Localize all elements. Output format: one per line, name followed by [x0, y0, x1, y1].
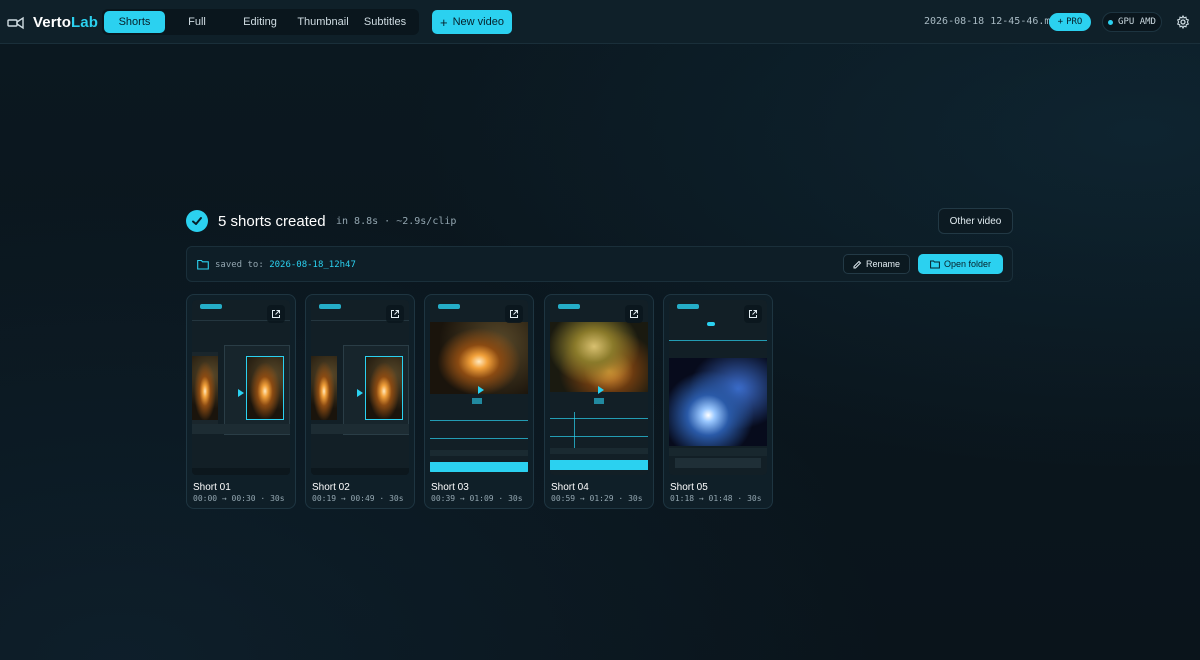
short-timecode: 00:19 → 00:49 · 30s — [312, 494, 404, 503]
saved-location-bar: saved to: 2026-08-18_12h47 Rename Open f… — [186, 246, 1013, 282]
short-card[interactable]: Short 01 00:00 → 00:30 · 30s — [186, 294, 296, 509]
pro-label: PRO — [1066, 17, 1083, 27]
pro-badge[interactable]: + PRO — [1049, 13, 1091, 31]
open-external-icon[interactable] — [386, 305, 404, 323]
folder-icon — [930, 260, 940, 268]
result-meta: in 8.8s · ~2.9s/clip — [336, 216, 457, 227]
short-thumbnail[interactable] — [550, 300, 648, 475]
tab-full[interactable]: Full — [165, 11, 229, 33]
short-title: Short 03 — [431, 482, 469, 493]
status-dot-icon — [1108, 19, 1114, 25]
short-timecode: 00:00 → 00:30 · 30s — [193, 494, 285, 503]
pencil-icon — [853, 260, 862, 268]
new-video-button[interactable]: + New video — [432, 10, 512, 34]
rename-button[interactable]: Rename — [843, 254, 910, 274]
app-name: VertoLab — [33, 13, 98, 31]
short-thumbnail[interactable] — [192, 300, 290, 475]
thumb-tag — [438, 304, 460, 309]
short-title: Short 05 — [670, 482, 708, 493]
new-video-label: New video — [452, 16, 504, 28]
tab-subtitles[interactable]: Subtitles — [355, 11, 415, 33]
open-external-icon[interactable] — [744, 305, 762, 323]
open-external-icon[interactable] — [267, 305, 285, 323]
short-timecode: 00:39 → 01:09 · 30s — [431, 494, 523, 503]
mode-tabs: Shorts Full Editing Thumbnail Subtitles — [102, 9, 419, 35]
short-card[interactable]: Short 05 01:18 → 01:48 · 30s — [663, 294, 773, 509]
open-folder-label: Open folder — [943, 259, 992, 269]
short-timecode: 01:18 → 01:48 · 30s — [670, 494, 762, 503]
rename-label: Rename — [865, 259, 901, 269]
short-card[interactable]: Short 02 00:19 → 00:49 · 30s — [305, 294, 415, 509]
open-external-icon[interactable] — [505, 305, 523, 323]
short-title: Short 01 — [193, 482, 231, 493]
saved-path[interactable]: 2026-08-18_12h47 — [269, 260, 356, 270]
open-external-icon[interactable] — [625, 305, 643, 323]
short-thumbnail[interactable] — [430, 300, 528, 475]
thumb-tag — [558, 304, 580, 309]
short-thumbnail[interactable] — [669, 300, 767, 475]
logo-icon — [7, 16, 24, 30]
thumb-tag — [677, 304, 699, 309]
gpu-label: GPU AMD — [1118, 17, 1156, 27]
thumb-tag — [200, 304, 222, 309]
app-logo[interactable]: VertoLab — [7, 13, 98, 31]
plus-icon: + — [1057, 17, 1064, 27]
open-folder-button[interactable]: Open folder — [918, 254, 1003, 274]
tab-thumbnail[interactable]: Thumbnail — [291, 11, 355, 33]
top-bar: VertoLab Shorts Full Editing Thumbnail S… — [0, 0, 1200, 44]
saved-path-text: saved to: 2026-08-18_12h47 — [215, 260, 356, 270]
thumb-tag — [319, 304, 341, 309]
short-thumbnail[interactable] — [311, 300, 409, 475]
short-title: Short 04 — [551, 482, 589, 493]
short-title: Short 02 — [312, 482, 350, 493]
plus-icon: + — [440, 14, 448, 30]
success-check-icon — [186, 210, 208, 232]
short-timecode: 00:59 → 01:29 · 30s — [551, 494, 643, 503]
other-video-button[interactable]: Other video — [938, 208, 1013, 234]
short-card[interactable]: Short 03 00:39 → 01:09 · 30s — [424, 294, 534, 509]
current-filename: 2026-08-18 12-45-46.mp4 — [924, 16, 1063, 27]
tab-editing[interactable]: Editing — [229, 11, 291, 33]
result-title: 5 shorts created — [218, 213, 326, 230]
tab-shorts[interactable]: Shorts — [104, 11, 165, 33]
gpu-badge: GPU AMD — [1102, 12, 1162, 32]
short-card[interactable]: Short 04 00:59 → 01:29 · 30s — [544, 294, 654, 509]
gear-icon[interactable] — [1176, 15, 1190, 29]
folder-icon — [197, 259, 209, 270]
